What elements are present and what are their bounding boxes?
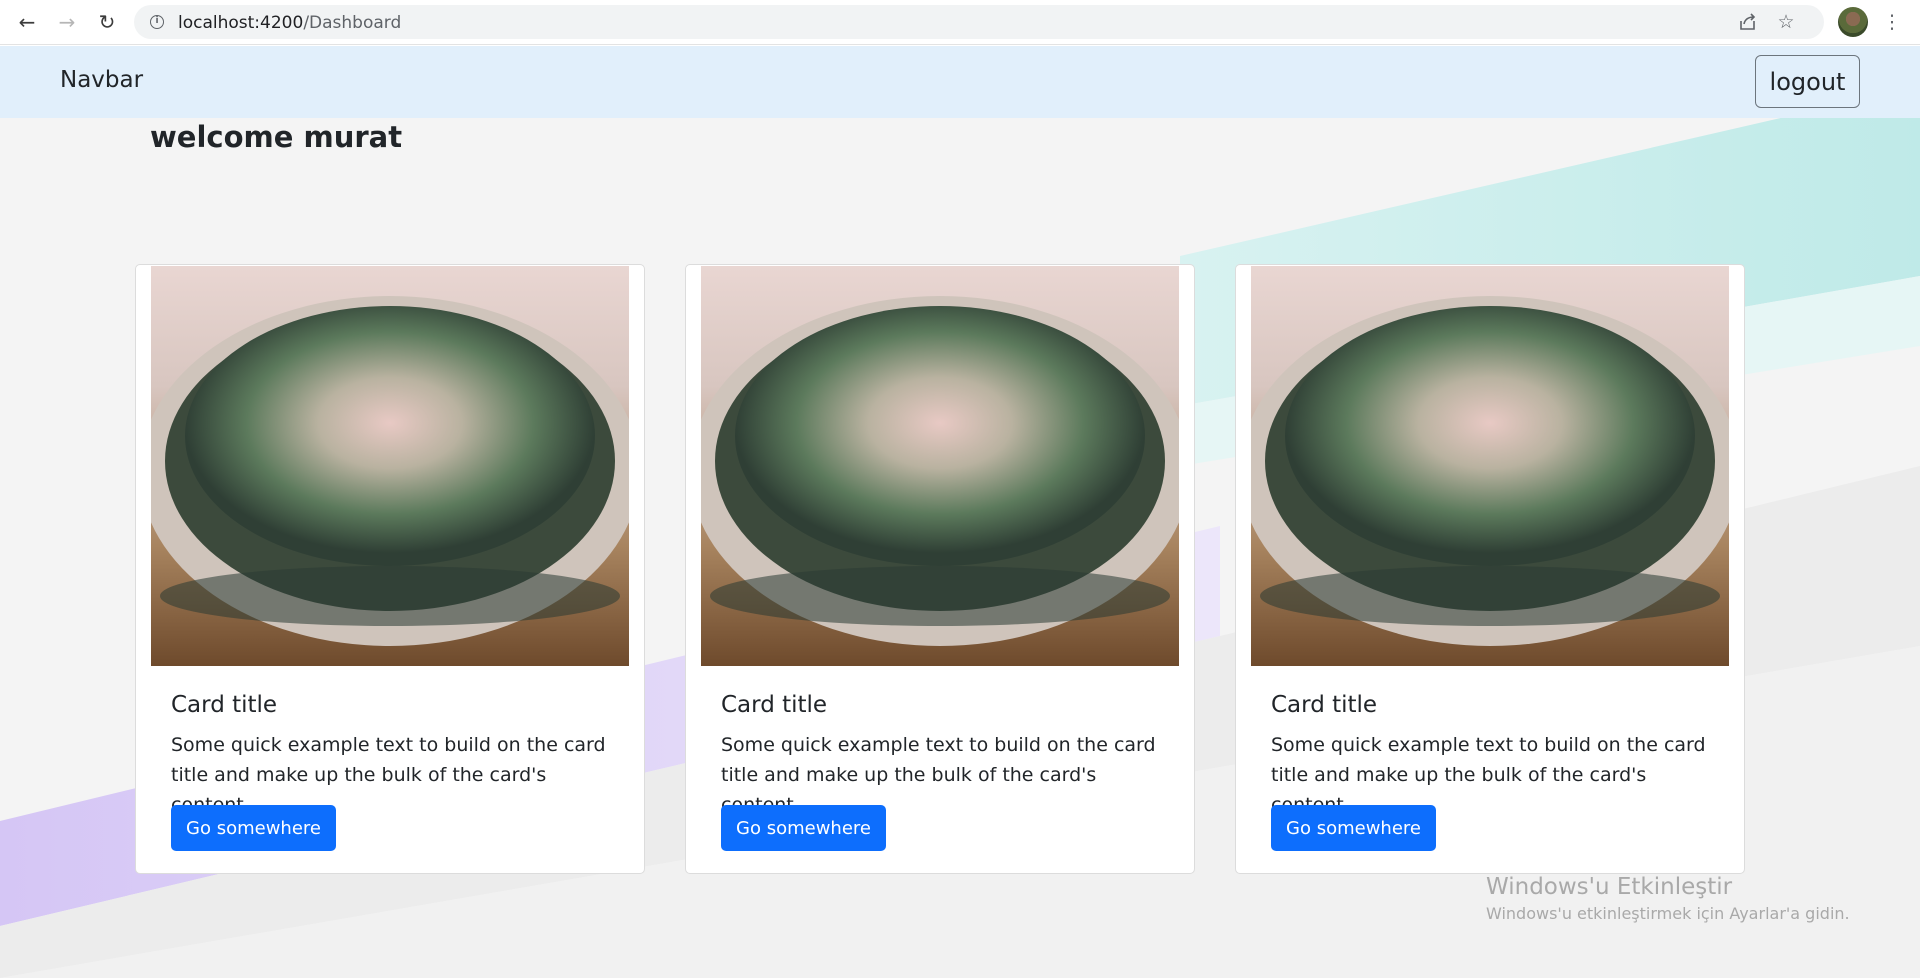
welcome-heading: welcome murat: [150, 120, 403, 154]
bookmark-button[interactable]: ☆: [1772, 8, 1800, 36]
arrow-left-icon: ←: [18, 10, 36, 34]
cactus-image: [701, 266, 1179, 666]
card-image: [701, 266, 1179, 666]
card-title: Card title: [721, 692, 828, 718]
watermark-subtitle: Windows'u etkinleştirmek için Ayarlar'a …: [1486, 904, 1850, 923]
logout-button[interactable]: logout: [1755, 55, 1860, 108]
go-somewhere-button[interactable]: Go somewhere: [171, 805, 336, 851]
browser-toolbar: ← → ↻ i localhost:4200/Dashboard ☆ ⋮: [0, 0, 1920, 45]
url-path: /Dashboard: [303, 13, 402, 33]
share-button[interactable]: [1734, 8, 1762, 36]
reload-button[interactable]: ↻: [93, 8, 121, 36]
card: Card title Some quick example text to bu…: [135, 264, 645, 874]
go-somewhere-button[interactable]: Go somewhere: [1271, 805, 1436, 851]
reload-icon: ↻: [98, 10, 116, 34]
address-bar[interactable]: i localhost:4200/Dashboard ☆: [134, 5, 1824, 39]
windows-activation-watermark: Windows'u Etkinleştir Windows'u etkinleş…: [1486, 872, 1850, 926]
profile-avatar[interactable]: [1838, 7, 1868, 37]
cactus-image: [1251, 266, 1729, 666]
watermark-title: Windows'u Etkinleştir: [1486, 874, 1733, 900]
card: Card title Some quick example text to bu…: [685, 264, 1195, 874]
go-somewhere-button[interactable]: Go somewhere: [721, 805, 886, 851]
card-title: Card title: [1271, 692, 1378, 718]
url-text[interactable]: localhost:4200/Dashboard: [178, 13, 401, 33]
share-icon: [1740, 13, 1756, 30]
info-icon[interactable]: i: [150, 15, 164, 29]
page-viewport: Navbar logout welcome murat Card title S…: [0, 46, 1920, 978]
card: Card title Some quick example text to bu…: [1235, 264, 1745, 874]
navbar-brand[interactable]: Navbar: [60, 67, 143, 93]
card-title: Card title: [171, 692, 278, 718]
cactus-image: [151, 266, 629, 666]
forward-button[interactable]: →: [53, 8, 81, 36]
card-image: [1251, 266, 1729, 666]
url-host: localhost:4200: [178, 13, 304, 33]
arrow-right-icon: →: [58, 10, 76, 34]
card-image: [151, 266, 629, 666]
back-button[interactable]: ←: [13, 8, 41, 36]
browser-menu-button[interactable]: ⋮: [1878, 8, 1906, 36]
kebab-menu-icon: ⋮: [1882, 11, 1902, 33]
star-icon: ☆: [1777, 11, 1795, 33]
navbar: Navbar logout: [0, 46, 1920, 118]
